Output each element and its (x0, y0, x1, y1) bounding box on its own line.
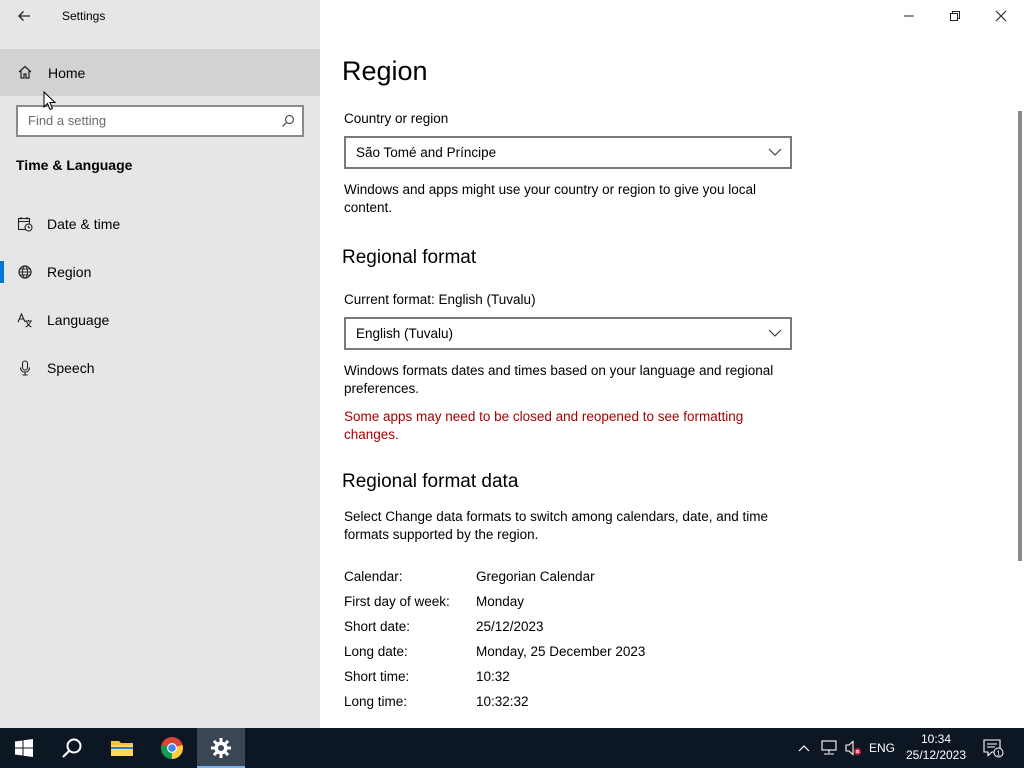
chevron-down-icon (768, 329, 782, 337)
sidebar-item-label: Speech (47, 360, 95, 376)
notification-icon: 1 (983, 739, 1004, 758)
volume-button[interactable] (842, 728, 864, 768)
network-button[interactable] (818, 728, 840, 768)
calendar-key: Calendar: (344, 569, 403, 584)
country-value: São Tomé and Príncipe (356, 145, 497, 160)
home-icon (18, 65, 32, 79)
minimize-button[interactable] (886, 0, 932, 32)
page-title: Region (342, 56, 428, 86)
action-center-button[interactable]: 1 (978, 728, 1008, 768)
windows-logo-icon (15, 739, 33, 757)
country-description: Windows and apps might use your country … (344, 182, 756, 215)
long-date-value: Monday, 25 December 2023 (476, 644, 646, 659)
chevron-up-icon (798, 745, 810, 752)
microphone-icon (19, 360, 31, 376)
current-format-label: Current format: English (Tuvalu) (344, 292, 536, 307)
volume-muted-icon (845, 740, 861, 756)
format-description: Windows formats dates and times based on… (344, 363, 774, 396)
search-icon (62, 738, 82, 758)
taskbar: ENG 10:34 25/12/2023 1 (0, 728, 1024, 768)
first-day-value: Monday (476, 594, 525, 609)
short-time-value: 10:32 (476, 669, 510, 684)
format-data-description: Select Change data formats to switch amo… (344, 509, 768, 542)
file-explorer-button[interactable] (98, 728, 146, 768)
first-day-key: First day of week: (344, 594, 450, 609)
short-date-key: Short date: (344, 619, 411, 634)
short-date-value: 25/12/2023 (476, 619, 544, 634)
scrollbar[interactable] (1018, 111, 1022, 561)
mouse-cursor-icon (43, 91, 57, 111)
input-language-button[interactable]: ENG (866, 728, 898, 768)
taskbar-search-button[interactable] (48, 728, 96, 768)
country-dropdown[interactable]: São Tomé and Príncipe (344, 136, 792, 169)
regional-format-dropdown[interactable]: English (Tuvalu) (344, 317, 792, 350)
search-icon (282, 114, 295, 127)
gear-icon (211, 738, 231, 758)
format-data-heading: Regional format data (342, 471, 519, 492)
close-button[interactable] (978, 0, 1024, 32)
notification-count: 1 (996, 748, 1000, 757)
sidebar-item-label: Date & time (47, 216, 121, 232)
sidebar-item-label: Language (47, 312, 110, 328)
folder-icon (111, 741, 133, 756)
search-placeholder: Find a setting (28, 113, 107, 128)
calendar-clock-icon (17, 217, 33, 232)
clock[interactable]: 10:34 25/12/2023 (900, 731, 972, 763)
search-input[interactable]: Find a setting (16, 105, 304, 137)
minimize-icon (904, 15, 914, 17)
selection-indicator (0, 261, 4, 283)
restore-button[interactable] (932, 0, 978, 32)
short-time-key: Short time: (344, 669, 410, 684)
language-icon (17, 312, 32, 328)
sidebar-item-language[interactable]: Language (0, 299, 320, 343)
format-warning: Some apps may need to be closed and reop… (344, 409, 744, 442)
long-time-value: 10:32:32 (476, 694, 529, 709)
start-button[interactable] (0, 728, 48, 768)
sidebar-item-date-time[interactable]: Date & time (0, 203, 320, 247)
sidebar-item-label: Region (47, 264, 92, 280)
sidebar-item-home[interactable]: Home (0, 49, 320, 96)
regional-format-heading: Regional format (342, 247, 477, 268)
settings-taskbar-button[interactable] (197, 728, 245, 768)
home-label: Home (48, 65, 86, 81)
sidebar: Settings Home Find a setting Time & Lang… (0, 0, 320, 728)
clock-date: 25/12/2023 (905, 748, 967, 762)
show-hidden-icons-button[interactable] (794, 728, 814, 768)
globe-icon (18, 265, 32, 279)
calendar-value: Gregorian Calendar (476, 569, 595, 584)
chevron-down-icon (768, 148, 782, 156)
country-label: Country or region (344, 111, 449, 126)
close-icon (995, 10, 1007, 22)
back-button[interactable] (6, 0, 42, 32)
sidebar-item-speech[interactable]: Speech (0, 347, 320, 391)
chrome-icon (161, 737, 183, 759)
sidebar-item-region[interactable]: Region (0, 251, 320, 295)
section-title: Time & Language (16, 157, 133, 173)
long-date-key: Long date: (344, 644, 408, 659)
chrome-button[interactable] (148, 728, 196, 768)
long-time-key: Long time: (344, 694, 408, 709)
back-arrow-icon (18, 11, 30, 21)
clock-time: 10:34 (920, 732, 952, 746)
restore-icon (950, 11, 960, 21)
app-title: Settings (62, 9, 106, 23)
network-icon (821, 740, 837, 755)
format-value: English (Tuvalu) (356, 326, 454, 341)
